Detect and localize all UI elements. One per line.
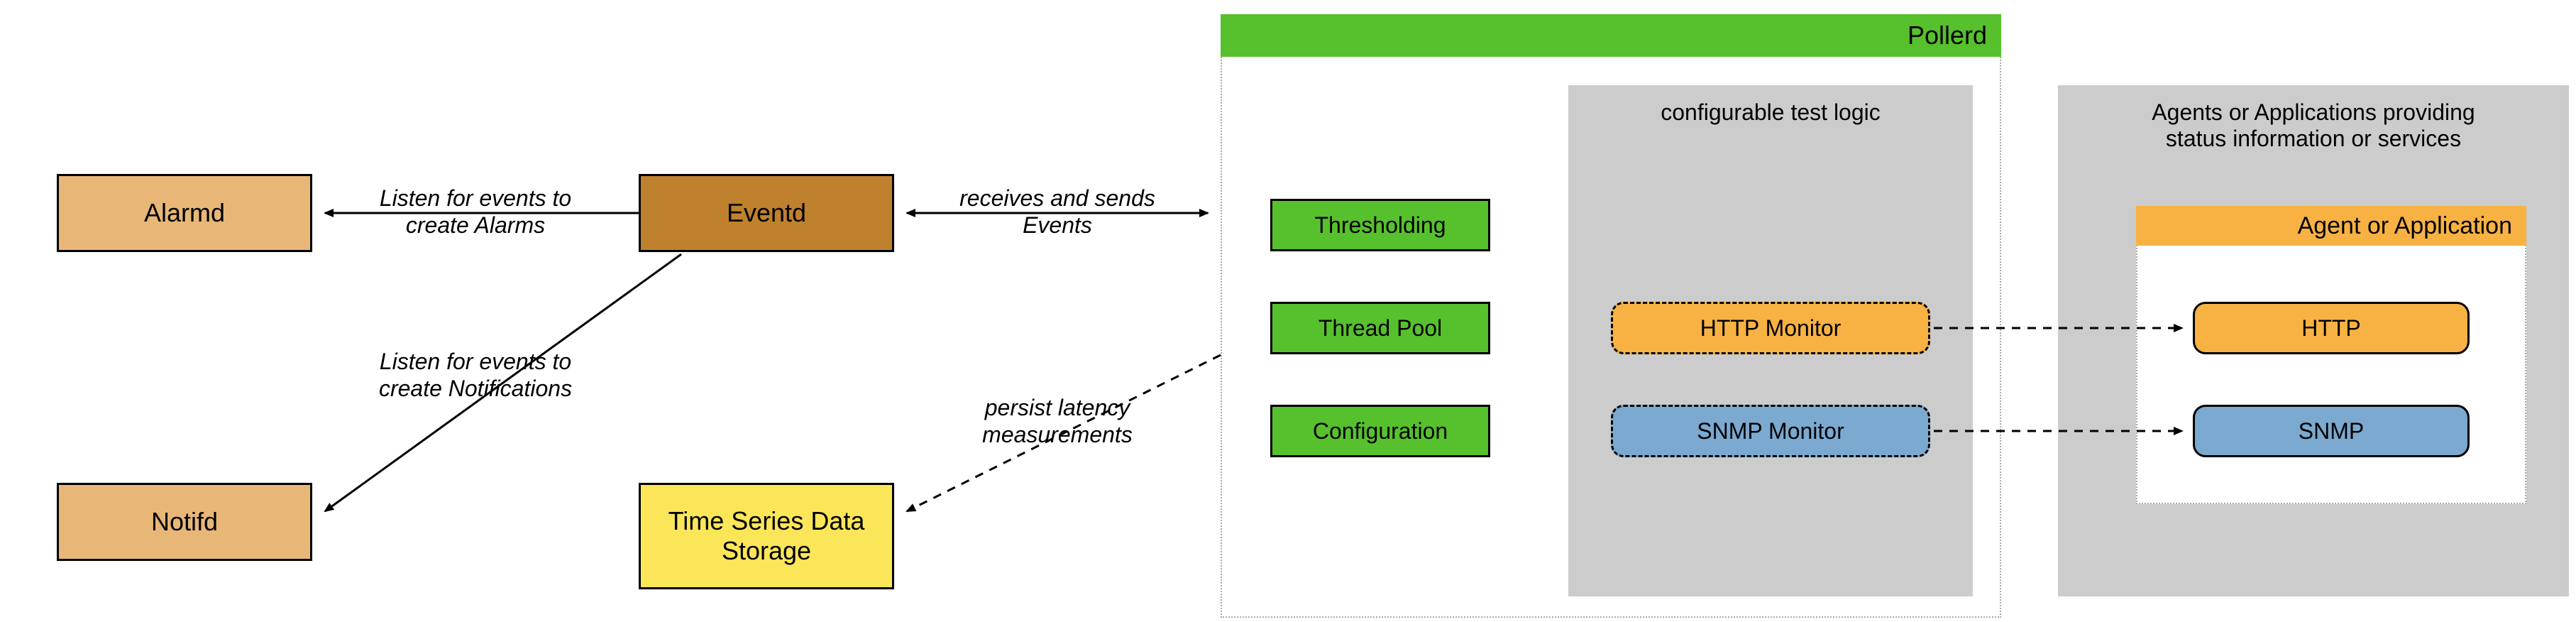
agent-header: Agent or Application [2136,206,2526,246]
agents-panel-label: Agents or Applications providing status … [2072,99,2555,152]
edge-events-label: receives and sends Events [923,185,1192,239]
http-monitor-node: HTTP Monitor [1611,302,1930,354]
agents-panel-text: Agents or Applications providing status … [2152,99,2475,151]
test-logic-text: configurable test logic [1661,99,1881,125]
thresholding-node: Thresholding [1270,199,1490,251]
http-agent-label: HTTP [2301,315,2361,342]
edge-alarms-text: Listen for events to create Alarms [380,185,571,238]
edge-notifications-label: Listen for events to create Notification… [341,348,610,403]
edge-persist-text: persist latency measurements [982,395,1133,447]
snmp-monitor-label: SNMP Monitor [1697,418,1844,444]
edge-persist-label: persist latency measurements [923,394,1192,449]
edge-notifications-text: Listen for events to create Notification… [379,349,572,401]
threadpool-node: Thread Pool [1270,302,1490,354]
alarmd-node: Alarmd [57,174,312,252]
pollerd-header: Pollerd [1221,14,2001,57]
thresholding-label: Thresholding [1315,212,1446,239]
test-logic-label: configurable test logic [1568,99,1973,126]
http-monitor-label: HTTP Monitor [1700,315,1842,342]
edge-events-text: receives and sends Events [959,185,1155,238]
tsds-label: Time Series Data Storage [641,506,892,566]
alarmd-label: Alarmd [144,198,225,228]
eventd-label: Eventd [727,198,806,228]
configuration-label: Configuration [1313,418,1448,444]
snmp-agent-node: SNMP [2193,405,2470,457]
pollerd-title: Pollerd [1908,21,1987,50]
snmp-monitor-node: SNMP Monitor [1611,405,1930,457]
agent-title: Agent or Application [2298,212,2512,240]
threadpool-label: Thread Pool [1319,315,1442,342]
notifd-label: Notifd [151,507,218,537]
eventd-node: Eventd [639,174,894,252]
tsds-node: Time Series Data Storage [639,483,894,589]
http-agent-node: HTTP [2193,302,2470,354]
agent-container [2136,206,2526,504]
edge-alarms-label: Listen for events to create Alarms [341,185,610,239]
configuration-node: Configuration [1270,405,1490,457]
notifd-node: Notifd [57,483,312,561]
snmp-agent-label: SNMP [2299,418,2364,444]
